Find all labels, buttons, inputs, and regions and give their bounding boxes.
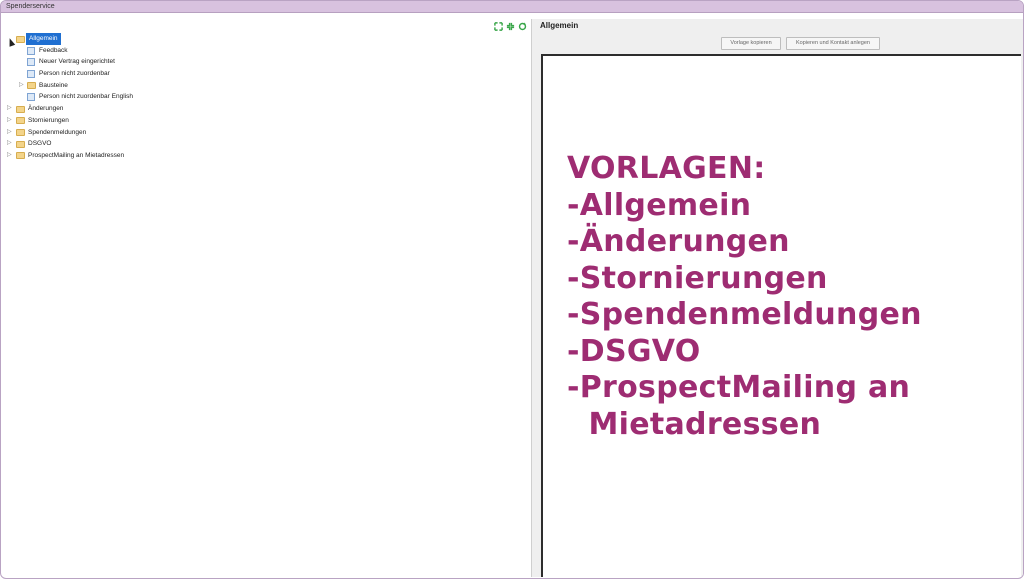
folder-icon <box>16 117 25 125</box>
tree-item[interactable]: Feedback <box>4 45 531 57</box>
overlay-caption: VORLAGEN: -Allgemein -Änderungen -Stornieru… <box>567 151 922 443</box>
overlay-line: VORLAGEN: <box>567 151 766 186</box>
expand-icon[interactable] <box>494 21 503 31</box>
tree-item-label: Stornierungen <box>28 116 69 124</box>
tree-toolbar <box>494 19 527 33</box>
tree-item-label: Feedback <box>39 46 68 54</box>
tree-item[interactable]: ▷ Stornierungen <box>4 115 531 127</box>
tree-item[interactable]: Person nicht zuordenbar English <box>4 91 531 103</box>
expand-arrow-icon[interactable]: ▷ <box>19 80 25 90</box>
tree-item-label: Person nicht zuordenbar English <box>39 93 133 101</box>
refresh-icon[interactable] <box>518 21 527 31</box>
overlay-line: -ProspectMailing an <box>567 370 911 405</box>
overlay-line: -Änderungen <box>567 224 790 259</box>
tree-item[interactable]: ▷ ProspectMailing an Mietadressen <box>4 150 531 162</box>
tree-item[interactable]: Person nicht zuordenbar <box>4 68 531 80</box>
copy-template-button[interactable]: Vorlage kopieren <box>721 37 781 50</box>
app-window: Spenderservice Allgemein Feedback Neuer Ve… <box>0 0 1024 579</box>
tree-item[interactable]: ▷ DSGVO <box>4 138 531 150</box>
folder-icon <box>16 129 25 136</box>
overlay-line: -Spendenmeldungen <box>567 297 922 332</box>
tree-item[interactable]: ▷ Spendenmeldungen <box>4 127 531 139</box>
window-title: Spenderservice <box>6 3 55 10</box>
detail-title: Allgemein <box>540 21 579 30</box>
folder-icon <box>16 35 25 43</box>
tree-item-label: DSGVO <box>28 140 52 148</box>
tree-item-label: Neuer Vertrag eingerichtet <box>39 58 115 66</box>
tree-item[interactable]: ▷ Bausteine <box>4 80 531 92</box>
overlay-line: -Allgemein <box>567 187 752 223</box>
collapse-icon[interactable] <box>506 22 515 31</box>
document-icon <box>27 70 35 79</box>
title-bar: Spenderservice <box>1 1 1023 13</box>
expand-arrow-icon[interactable]: ▷ <box>7 115 13 125</box>
expand-arrow-icon[interactable]: ▷ <box>7 150 13 160</box>
template-tree-pane: Allgemein Feedback Neuer Vertrag eingerich… <box>4 19 532 577</box>
overlay-line: -DSGVO <box>567 333 701 369</box>
folder-icon <box>16 105 25 113</box>
document-icon <box>27 46 35 55</box>
tree-item-label: Spendenmeldungen <box>28 128 87 136</box>
copy-and-create-contact-button[interactable]: Kopieren und Kontakt anlegen <box>786 37 880 50</box>
folder-icon <box>27 82 36 90</box>
document-icon <box>27 93 35 102</box>
folder-icon <box>16 152 25 160</box>
tree-item-label: Änderungen <box>28 105 64 113</box>
tree-item[interactable]: Allgemein <box>4 33 531 45</box>
tree-item[interactable]: Neuer Vertrag eingerichtet <box>4 56 531 68</box>
tree-item[interactable]: ▷ Änderungen <box>4 103 531 115</box>
tree-item-label: Person nicht zuordenbar <box>39 70 110 78</box>
expand-arrow-icon[interactable]: ▷ <box>7 103 13 113</box>
document-icon <box>27 58 35 67</box>
tree-item-label: ProspectMailing an Mietadressen <box>28 151 125 159</box>
tree-item-label: Allgemein <box>26 33 61 45</box>
expand-arrow-icon[interactable]: ▷ <box>7 138 13 148</box>
template-tree: Allgemein Feedback Neuer Vertrag eingerich… <box>4 33 531 162</box>
expand-arrow-icon[interactable]: ▷ <box>7 127 13 137</box>
folder-icon <box>16 140 25 148</box>
tree-item-label: Bausteine <box>39 81 68 89</box>
overlay-line: -Stornierungen <box>567 260 828 296</box>
overlay-line: Mietadressen <box>567 406 822 442</box>
